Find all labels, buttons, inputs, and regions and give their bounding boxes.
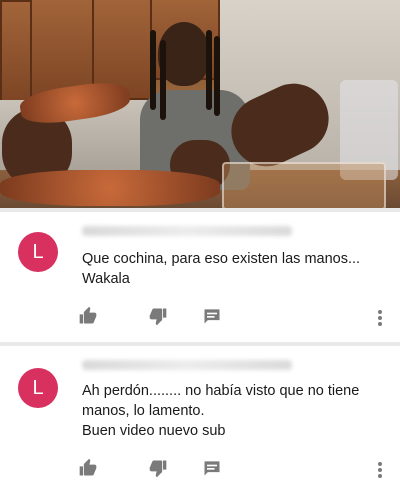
blurred-username: [82, 360, 292, 370]
comment-line: Que cochina, para eso existen las manos.…: [82, 251, 361, 267]
more-vert-icon[interactable]: [372, 458, 388, 482]
hair: [160, 40, 166, 120]
comment-actions: [0, 306, 400, 330]
avatar[interactable]: L: [18, 368, 58, 408]
glass-tray: [222, 162, 386, 208]
comment-text: Que cochina, para eso existen las manos.…: [82, 249, 382, 289]
comment-actions: [0, 458, 400, 482]
comment-line: Ah perdón........ no había visto que no …: [82, 383, 360, 399]
avatar[interactable]: L: [18, 232, 58, 272]
thumbs-up-icon[interactable]: [78, 306, 102, 330]
thumbs-down-icon[interactable]: [148, 306, 172, 330]
comment-line: Wakala: [82, 271, 130, 287]
blurred-username: [82, 226, 292, 236]
video-frame[interactable]: [0, 0, 400, 208]
comment-line: Buen video nuevo sub: [82, 423, 226, 439]
more-vert-icon[interactable]: [372, 306, 388, 330]
reply-icon[interactable]: [202, 306, 226, 330]
comment-text: Ah perdón........ no había visto que no …: [82, 381, 382, 441]
comment-line: manos, lo lamento.: [82, 403, 205, 419]
thumbs-down-icon[interactable]: [148, 458, 172, 482]
hair: [150, 30, 156, 110]
thumbs-up-icon[interactable]: [78, 458, 102, 482]
reply-icon[interactable]: [202, 458, 226, 482]
comment-card: L Ah perdón........ no había visto que n…: [0, 346, 400, 490]
food-platter: [0, 170, 220, 206]
hair: [206, 30, 212, 110]
comment-card: L Que cochina, para eso existen las mano…: [0, 212, 400, 342]
hair: [214, 36, 220, 116]
kitchen-cabinet: [0, 0, 32, 104]
